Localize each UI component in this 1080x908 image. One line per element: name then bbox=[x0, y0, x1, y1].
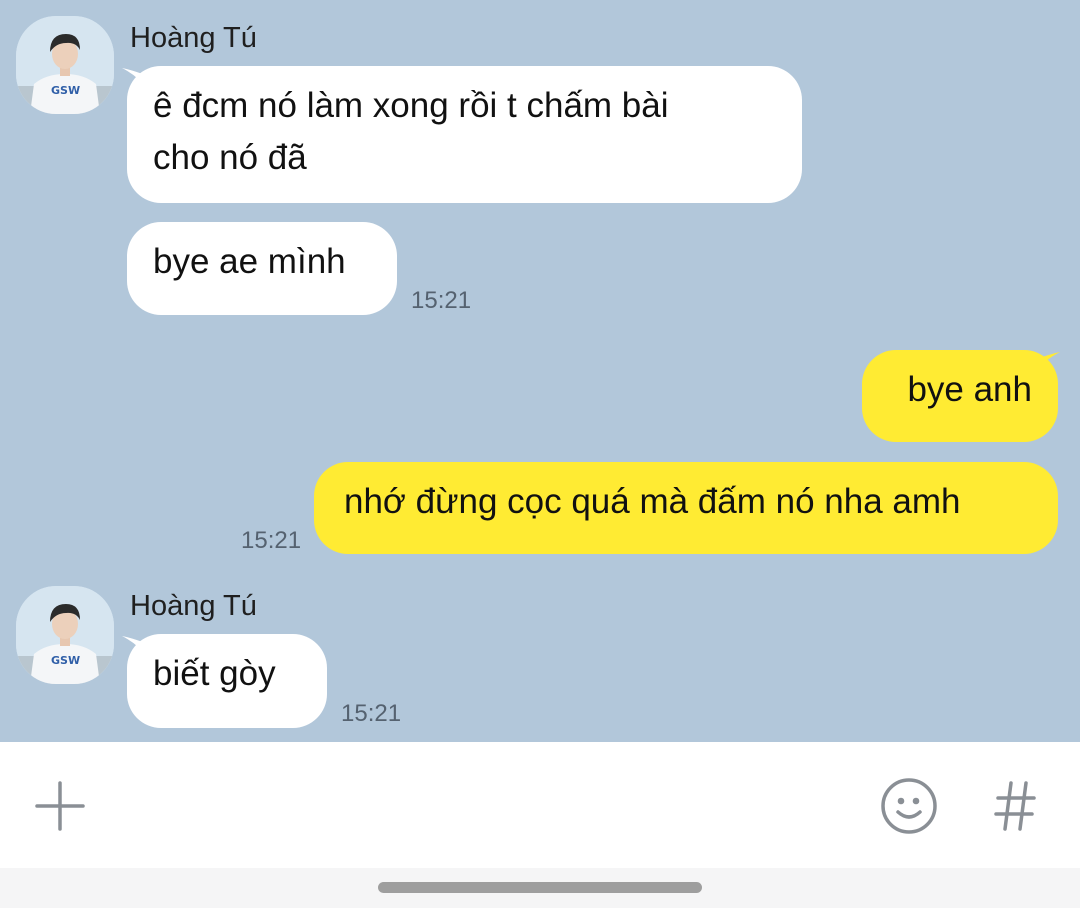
message-time: 15:21 bbox=[341, 700, 402, 727]
message-bubble-outgoing[interactable]: bye anh bbox=[862, 350, 1058, 442]
avatar-image: GSW bbox=[16, 16, 114, 114]
chat-area: GSW Hoàng Tú ê đcm nó làm xong rồi t chấ… bbox=[0, 0, 1080, 742]
message-time: 15:21 bbox=[411, 287, 472, 314]
hashtag-icon[interactable] bbox=[992, 779, 1038, 833]
plus-icon[interactable] bbox=[34, 780, 86, 832]
message-text-line: ê đcm nó làm xong rồi t chấm bài bbox=[153, 86, 669, 125]
message-bubble-incoming[interactable]: biết gòy bbox=[127, 634, 327, 728]
message-bubble-incoming[interactable]: bye ae mình bbox=[127, 222, 397, 315]
avatar[interactable]: GSW bbox=[16, 16, 114, 114]
emoji-icon[interactable] bbox=[880, 777, 938, 835]
svg-text:GSW: GSW bbox=[51, 84, 80, 97]
home-indicator[interactable] bbox=[378, 882, 702, 893]
sender-name: Hoàng Tú bbox=[130, 590, 257, 622]
message-time: 15:21 bbox=[241, 527, 302, 554]
sender-name: Hoàng Tú bbox=[130, 22, 257, 54]
message-bubble-incoming[interactable]: ê đcm nó làm xong rồi t chấm bài cho nó … bbox=[127, 66, 802, 203]
message-text: bye ae mình bbox=[153, 242, 346, 281]
message-text: nhớ đừng cọc quá mà đấm nó nha amh bbox=[344, 482, 961, 521]
message-bubble-outgoing[interactable]: nhớ đừng cọc quá mà đấm nó nha amh bbox=[314, 462, 1058, 554]
svg-text:GSW: GSW bbox=[51, 654, 80, 667]
avatar-image: GSW bbox=[16, 586, 114, 684]
message-text-line: cho nó đã bbox=[153, 138, 307, 177]
message-text: biết gòy bbox=[153, 654, 276, 693]
avatar[interactable]: GSW bbox=[16, 586, 114, 684]
home-indicator-area bbox=[0, 868, 1080, 908]
message-input-bar bbox=[0, 742, 1080, 868]
message-text: bye anh bbox=[907, 370, 1032, 409]
bubble-tail bbox=[1034, 352, 1060, 374]
